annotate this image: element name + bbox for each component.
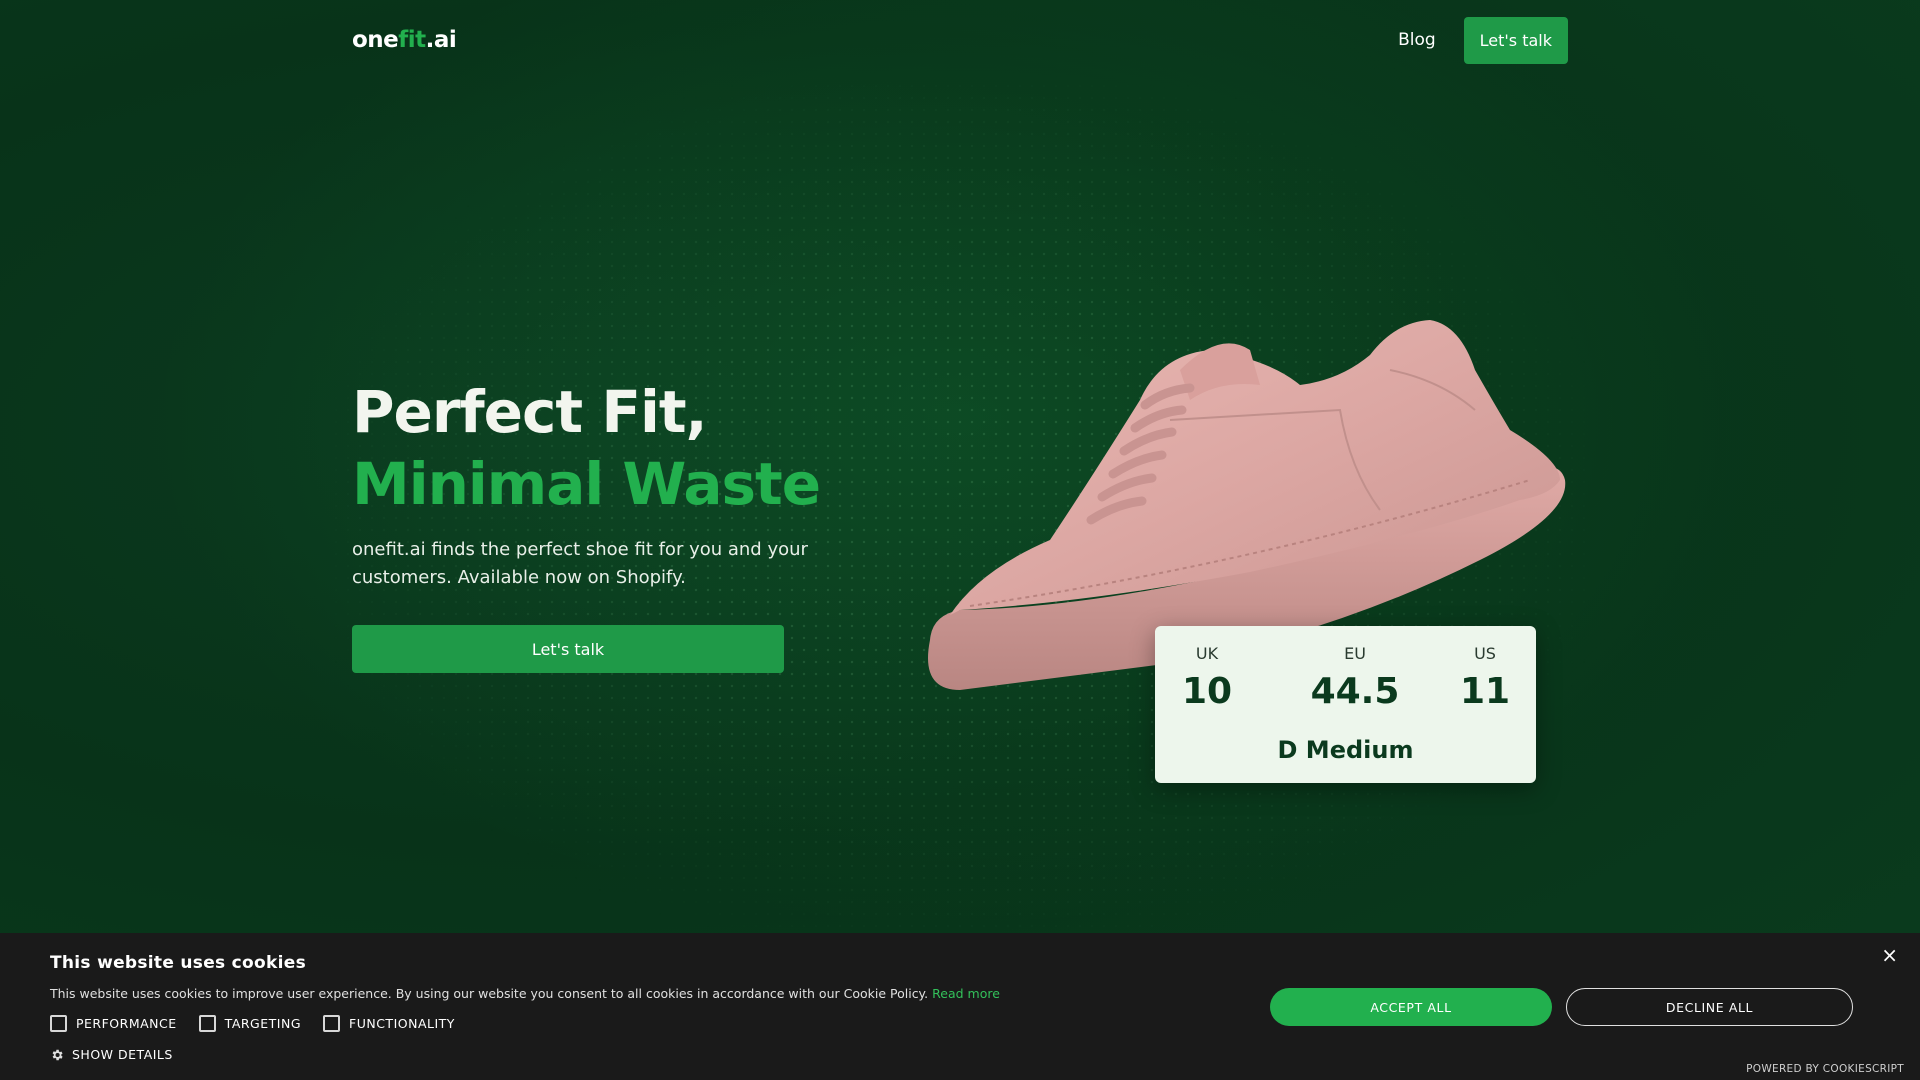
checkbox-performance-label: PERFORMANCE <box>76 1016 177 1031</box>
cookie-read-more-link[interactable]: Read more <box>932 986 1000 1001</box>
size-card: UK 10 EU 44.5 US 11 D Medium <box>1155 626 1536 783</box>
checkbox-targeting[interactable] <box>198 1015 216 1032</box>
checkbox-functionality[interactable] <box>323 1015 341 1032</box>
size-width: D Medium <box>1277 736 1414 764</box>
logo[interactable]: onefit.ai <box>352 27 457 53</box>
cookie-text: This website uses cookies to improve use… <box>50 986 1000 1001</box>
cookie-check-performance[interactable]: PERFORMANCE <box>50 1015 177 1032</box>
size-uk: UK 10 <box>1177 644 1237 712</box>
size-us-label: US <box>1474 644 1496 663</box>
size-us-value: 11 <box>1459 671 1511 712</box>
close-icon[interactable]: × <box>1881 943 1898 967</box>
show-details-label: SHOW DETAILS <box>72 1047 173 1062</box>
nav-lets-talk-button[interactable]: Let's talk <box>1463 16 1568 64</box>
checkbox-functionality-label: FUNCTIONALITY <box>349 1016 455 1031</box>
hero-lets-talk-button[interactable]: Let's talk <box>352 625 784 673</box>
hero-subtitle: onefit.ai finds the perfect shoe fit for… <box>352 539 808 588</box>
size-eu-value: 44.5 <box>1310 671 1400 712</box>
gear-icon <box>52 1049 63 1060</box>
size-uk-value: 10 <box>1181 671 1233 712</box>
nav-right: Blog Let's talk <box>1398 16 1568 64</box>
top-nav: onefit.ai Blog Let's talk <box>352 16 1568 64</box>
size-us: US 11 <box>1455 644 1515 712</box>
hero-title-line1: Perfect Fit, <box>352 378 708 446</box>
cookie-check-functionality[interactable]: FUNCTIONALITY <box>323 1015 455 1032</box>
cookie-text-body: This website uses cookies to improve use… <box>50 986 929 1001</box>
decline-all-button[interactable]: DECLINE ALL <box>1566 988 1853 1026</box>
nav-link-blog[interactable]: Blog <box>1398 30 1436 50</box>
size-eu: EU 44.5 <box>1300 644 1410 712</box>
cookie-banner: This website uses cookies This website u… <box>0 933 1920 1080</box>
cookie-check-targeting[interactable]: TARGETING <box>198 1015 302 1032</box>
checkbox-performance[interactable] <box>50 1015 67 1032</box>
checkbox-targeting-label: TARGETING <box>224 1016 302 1031</box>
cookie-title: This website uses cookies <box>50 953 306 973</box>
hero-title: Perfect Fit, Minimal Waste <box>352 376 821 520</box>
cookie-show-details[interactable]: SHOW DETAILS <box>50 1047 173 1062</box>
accept-all-button[interactable]: ACCEPT ALL <box>1270 988 1552 1026</box>
size-eu-label: EU <box>1344 644 1366 663</box>
hero-title-line2: Minimal Waste <box>352 450 821 518</box>
cookie-checkboxes: PERFORMANCE TARGETING FUNCTIONALITY <box>50 1015 455 1032</box>
size-uk-label: UK <box>1195 644 1219 663</box>
powered-by: POWERED BY COOKIESCRIPT <box>1746 1063 1904 1075</box>
